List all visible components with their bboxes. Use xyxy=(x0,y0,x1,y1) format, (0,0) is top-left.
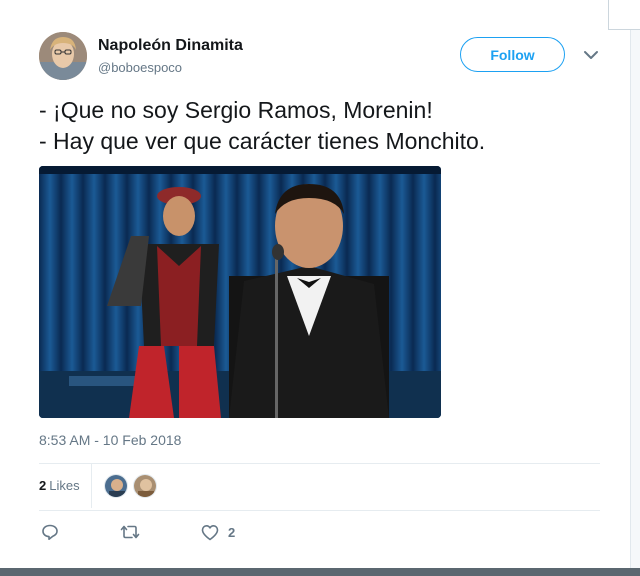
tweet-card: Napoleón Dinamita @boboespoco Follow - ¡… xyxy=(0,0,630,568)
bottom-bar xyxy=(0,568,640,576)
attached-photo[interactable] xyxy=(39,166,441,418)
follow-button[interactable]: Follow xyxy=(460,37,565,72)
likes-count-value: 2 xyxy=(39,478,47,493)
tweet-text: - ¡Que no soy Sergio Ramos, Morenin! - H… xyxy=(39,95,609,157)
profile-avatar[interactable] xyxy=(39,32,87,80)
stats-separator xyxy=(91,464,92,508)
chevron-down-icon[interactable] xyxy=(582,46,600,64)
liker-avatar-2[interactable] xyxy=(133,474,157,498)
corner-panel xyxy=(608,0,640,30)
liker-avatar-1[interactable] xyxy=(104,474,128,498)
user-handle[interactable]: @boboespoco xyxy=(98,60,182,75)
heart-icon xyxy=(201,524,219,540)
tweet-text-line-2: - Hay que ver que carácter tienes Monchi… xyxy=(39,128,486,154)
retweet-button[interactable] xyxy=(120,521,140,543)
like-button[interactable]: 2 xyxy=(201,521,235,543)
page-scrollbar[interactable] xyxy=(630,0,640,576)
divider xyxy=(39,510,600,511)
divider xyxy=(39,463,600,464)
likes-label: Likes xyxy=(49,478,80,493)
likes-count[interactable]: 2 Likes xyxy=(39,478,80,493)
retweet-icon xyxy=(120,525,140,539)
tweet-text-line-1: - ¡Que no soy Sergio Ramos, Morenin! xyxy=(39,97,433,123)
display-name[interactable]: Napoleón Dinamita xyxy=(98,37,243,55)
reply-button[interactable] xyxy=(41,521,59,543)
reply-icon xyxy=(42,524,58,540)
tweet-timestamp[interactable]: 8:53 AM - 10 Feb 2018 xyxy=(39,432,181,448)
like-count: 2 xyxy=(228,524,236,540)
